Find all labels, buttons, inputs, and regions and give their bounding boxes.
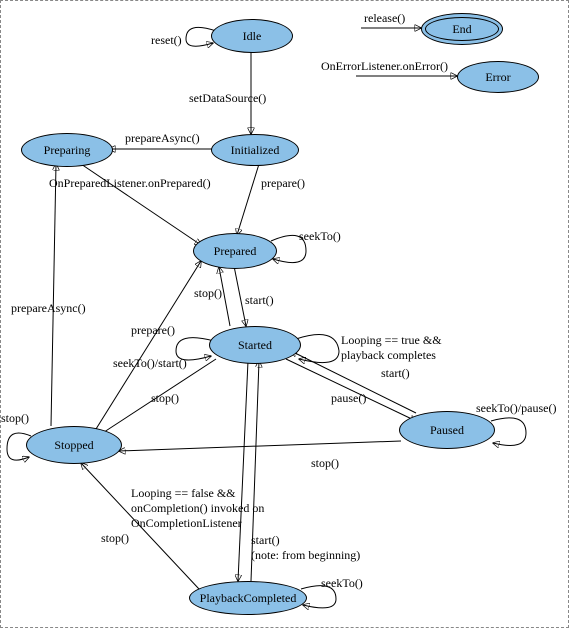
label-setdatasource: setDataSource() [189, 91, 266, 106]
label-prepare1: prepare() [261, 176, 305, 191]
state-paused-label: Paused [430, 423, 464, 438]
state-idle: Idle [211, 19, 293, 53]
label-start2: start() [381, 366, 410, 381]
label-start1: start() [245, 293, 274, 308]
state-preparing: Preparing [21, 133, 113, 167]
label-stop2: stop() [151, 391, 179, 406]
label-stop3: stop() [311, 456, 339, 471]
state-playbackcompleted: PlaybackCompleted [189, 581, 307, 615]
label-pause: pause() [331, 391, 366, 406]
label-prepare2: prepare() [131, 323, 175, 338]
label-stop5: stop() [101, 531, 129, 546]
label-reset: reset() [151, 33, 182, 48]
state-started: Started [209, 326, 301, 364]
state-initialized: Initialized [211, 134, 299, 166]
label-prepareasync2: prepareAsync() [11, 301, 86, 316]
state-error: Error [457, 61, 539, 93]
state-started-label: Started [238, 338, 272, 353]
label-onerror: OnErrorListener.onError() [321, 59, 448, 74]
label-stop1: stop() [194, 286, 222, 301]
label-seekpause: seekTo()/pause() [476, 401, 556, 416]
state-diagram: Idle End Error Initialized Preparing Pre… [0, 0, 569, 628]
state-end: End [421, 13, 503, 45]
label-seek1: seekTo() [299, 229, 341, 244]
state-stopped: Stopped [26, 426, 122, 464]
state-paused: Paused [399, 411, 495, 449]
label-onprepared: OnPreparedListener.onPrepared() [49, 176, 211, 191]
label-stop4: stop() [1, 411, 29, 426]
state-prepared: Prepared [193, 233, 277, 269]
state-prepared-label: Prepared [214, 244, 257, 259]
label-seekstart: seekTo()/start() [113, 356, 187, 371]
label-release: release() [364, 11, 405, 26]
state-preparing-label: Preparing [44, 143, 91, 158]
state-idle-label: Idle [243, 29, 262, 44]
label-seek2: seekTo() [321, 576, 363, 591]
state-pbc-label: PlaybackCompleted [200, 591, 297, 606]
label-prepareasync1: prepareAsync() [125, 131, 200, 146]
state-initialized-label: Initialized [231, 143, 280, 158]
state-error-label: Error [485, 70, 510, 85]
label-start3: start() (note: from beginning) [251, 533, 360, 563]
state-stopped-label: Stopped [54, 438, 93, 453]
label-loopfalse: Looping == false && onCompletion() invok… [131, 486, 264, 531]
label-looptrue: Looping == true && playback completes [341, 333, 442, 363]
